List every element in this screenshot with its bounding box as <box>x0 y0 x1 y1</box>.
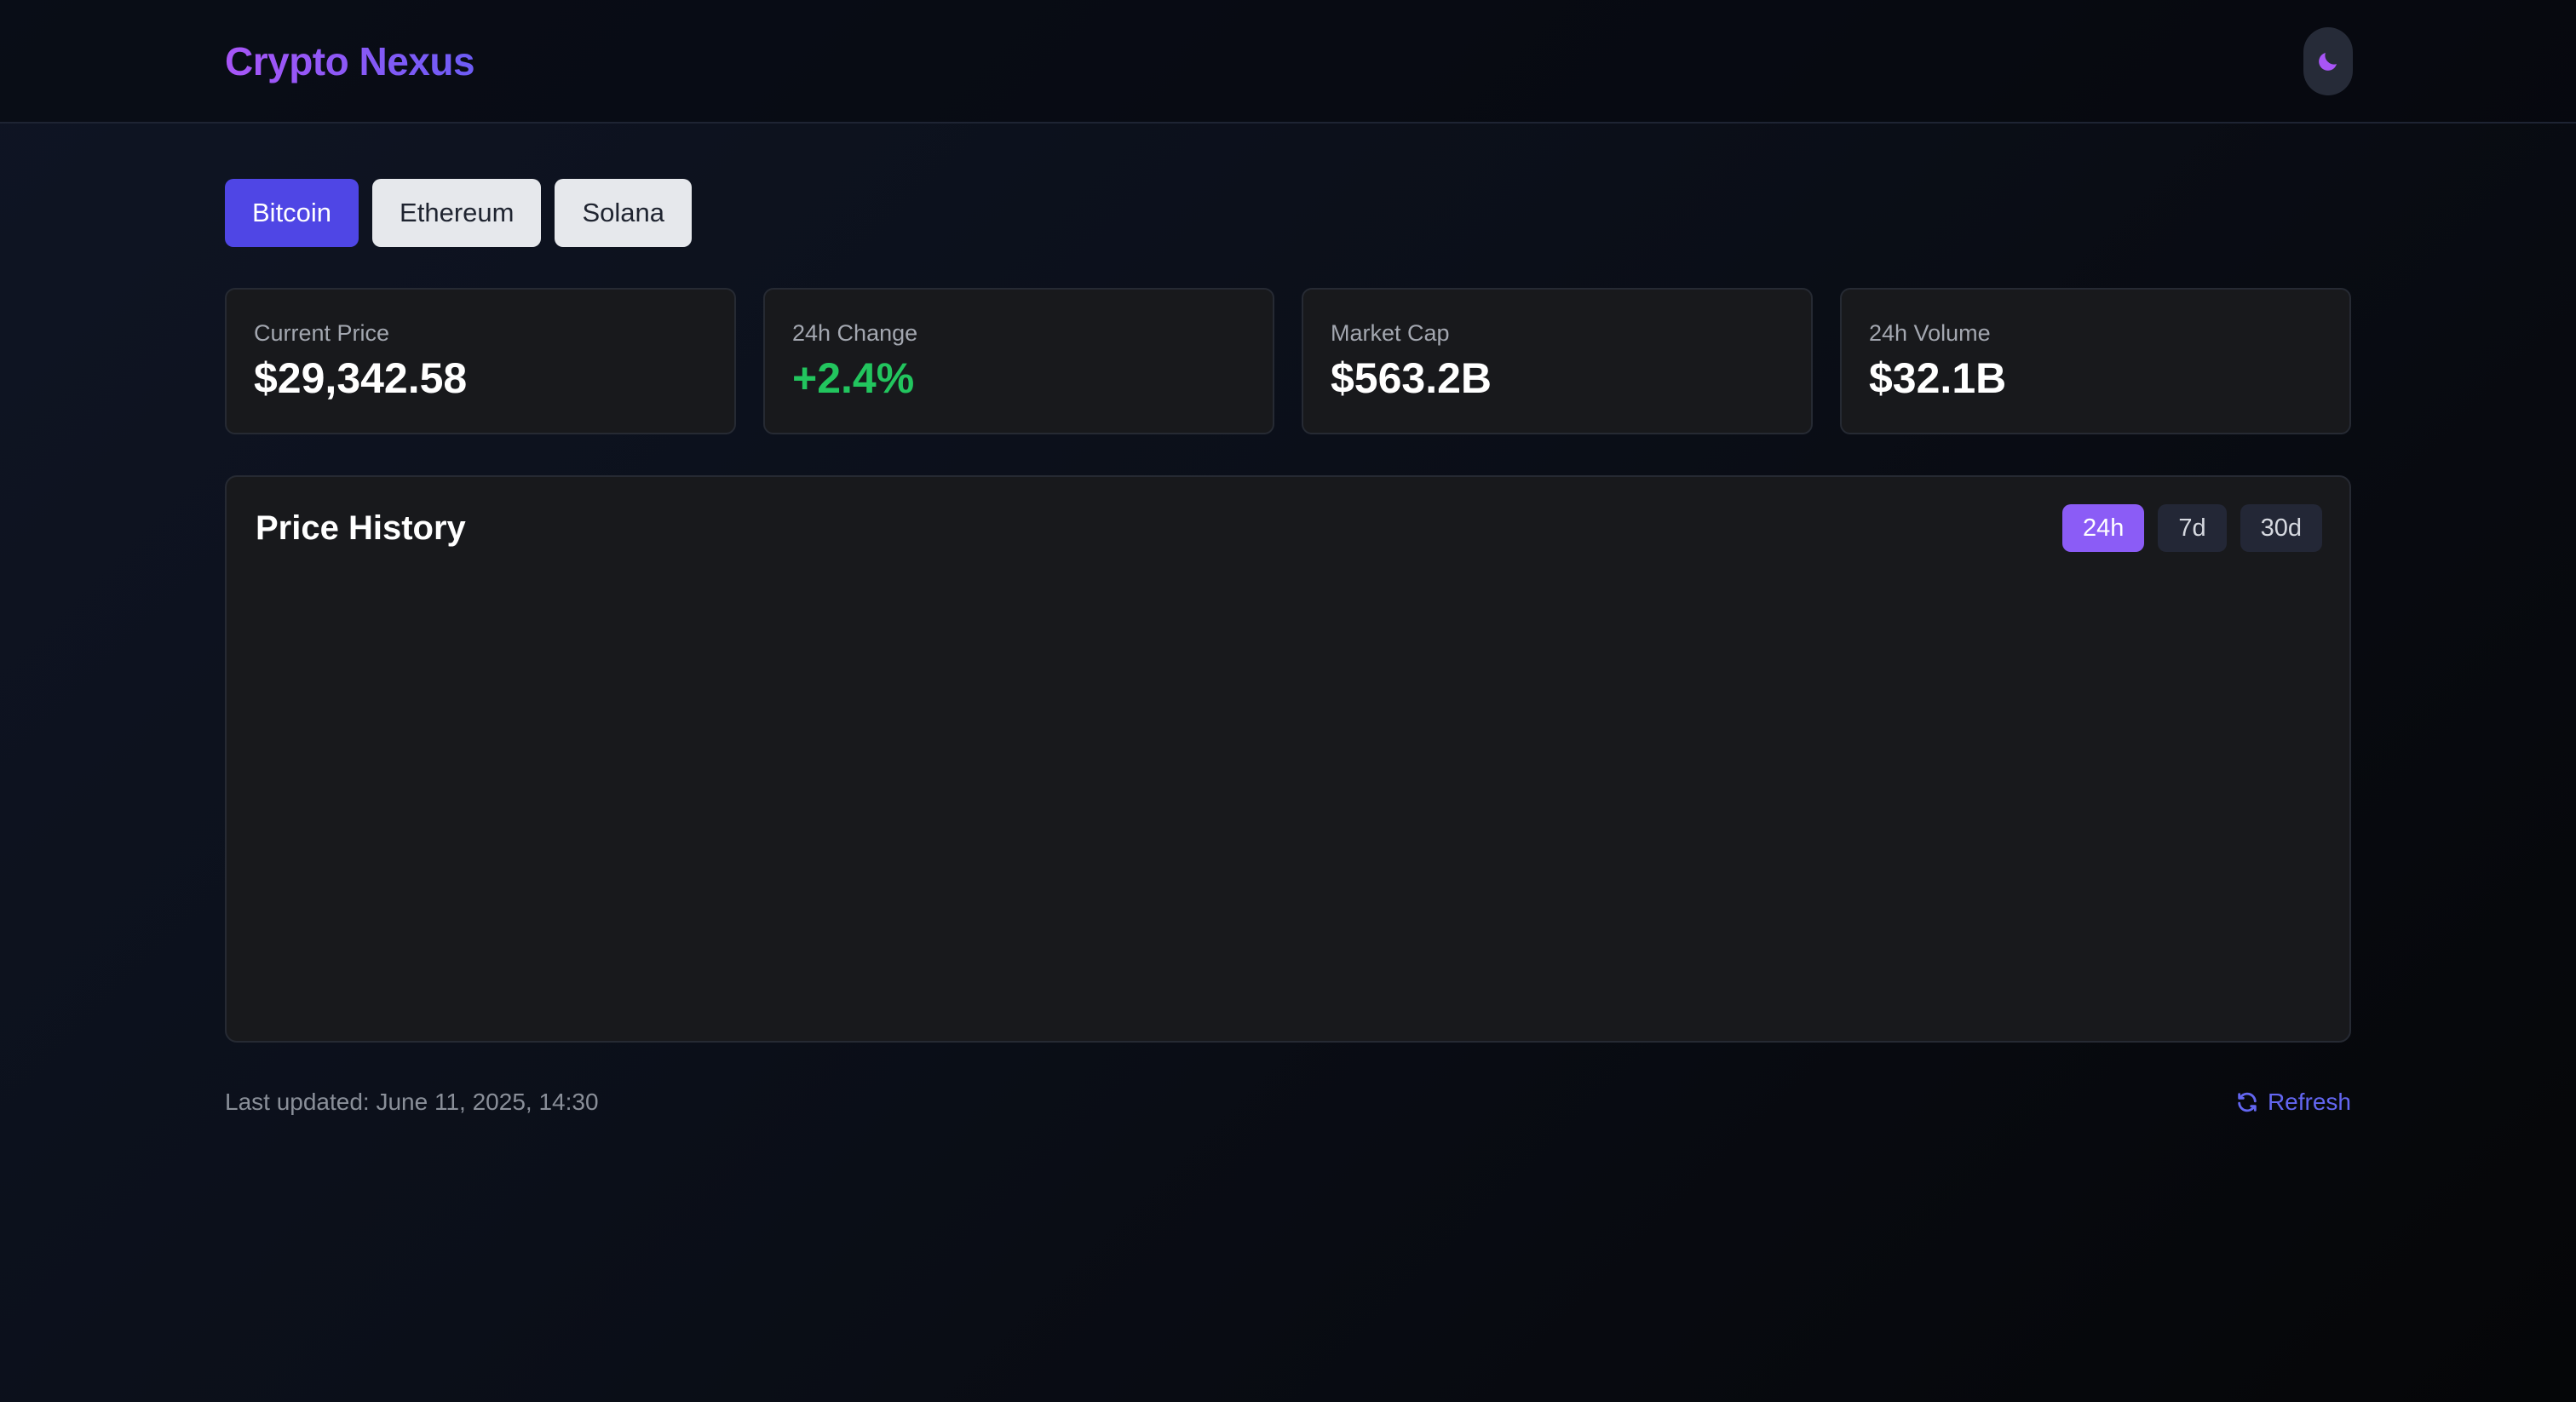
refresh-label: Refresh <box>2267 1089 2351 1115</box>
last-updated-text: Last updated: June 11, 2025, 14:30 <box>225 1089 599 1115</box>
stat-label: 24h Change <box>792 320 918 346</box>
coin-tab-ethereum[interactable]: Ethereum <box>372 179 542 247</box>
range-button-30d[interactable]: 30d <box>2240 504 2322 552</box>
stat-label: 24h Volume <box>1869 320 1991 346</box>
coin-selector: Bitcoin Ethereum Solana <box>225 179 692 247</box>
market-cap-card: Market Cap $563.2B <box>1302 288 1813 434</box>
stats-row: Current Price $29,342.58 24h Change +2.4… <box>225 288 2351 434</box>
change-24h-card: 24h Change +2.4% <box>763 288 1274 434</box>
stat-label: Market Cap <box>1331 320 1450 346</box>
top-bar: Crypto Nexus <box>0 0 2576 124</box>
time-range-selector: 24h 7d 30d <box>2061 504 2322 552</box>
theme-toggle-button[interactable] <box>2303 27 2353 95</box>
current-price-value: $29,342.58 <box>254 354 468 402</box>
price-chart-area[interactable] <box>256 579 2320 1014</box>
volume-24h-card: 24h Volume $32.1B <box>1840 288 2351 434</box>
market-cap-value: $563.2B <box>1331 354 1492 402</box>
refresh-icon <box>2238 1092 2257 1112</box>
brand-logo[interactable]: Crypto Nexus <box>225 34 475 89</box>
coin-tab-bitcoin[interactable]: Bitcoin <box>225 179 359 247</box>
refresh-button[interactable]: Refresh <box>2235 1085 2351 1119</box>
coin-tab-solana[interactable]: Solana <box>555 179 692 247</box>
volume-24h-value: $32.1B <box>1869 354 2007 402</box>
stat-label: Current Price <box>254 320 390 346</box>
range-button-24h[interactable]: 24h <box>2061 504 2145 552</box>
range-button-7d[interactable]: 7d <box>2158 504 2227 552</box>
current-price-card: Current Price $29,342.58 <box>225 288 736 434</box>
price-history-title: Price History <box>256 509 466 547</box>
price-history-panel: Price History 24h 7d 30d <box>225 475 2351 1043</box>
moon-icon <box>2319 53 2337 71</box>
change-24h-value: +2.4% <box>792 354 915 402</box>
